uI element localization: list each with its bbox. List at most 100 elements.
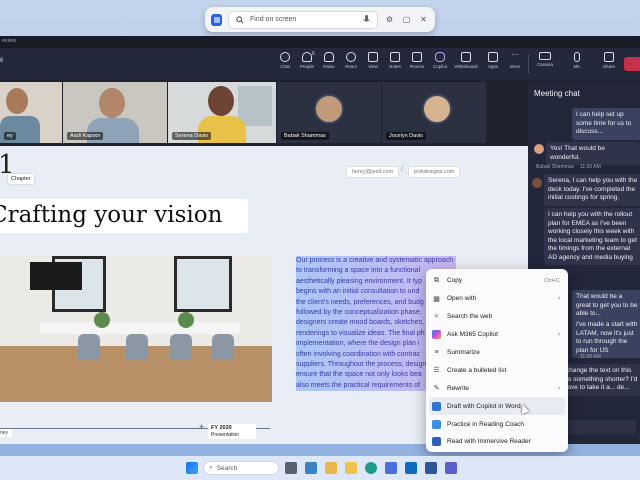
find-on-screen-bar: Find on screen ⚙ ▢ ✕ [205,7,435,32]
photo-plant [178,312,194,328]
mic-icon[interactable] [360,14,372,26]
copilot-button[interactable]: Copilot [428,52,452,69]
menu-item-rewrite[interactable]: ✎ Rewrite › [426,379,568,397]
teams-icon[interactable] [445,462,457,474]
raise-hand-button[interactable]: Raise [317,52,341,69]
paragraph-line: Our process is a creative and systematic… [296,256,456,267]
window-icon[interactable]: ▢ [401,14,412,26]
participant-tile[interactable]: Aadi Kapoor [63,82,167,143]
website-pill: jeviidesigns.com [408,166,461,178]
photo-chair [212,334,234,360]
view-icon [368,52,378,62]
chevron-right-icon: › [557,331,560,339]
notes-button[interactable]: Notes [383,52,407,69]
rooms-button[interactable]: Rooms [405,52,429,69]
participant-name: Babak Shammas [281,132,329,140]
edge-icon[interactable] [365,462,377,474]
participants-strip: ey Aadi Kapoor Serena Davis Babak Shamma… [0,82,528,144]
participant-video [208,86,234,116]
avatar [532,178,542,188]
share-button[interactable]: Share [597,52,621,69]
menu-item-immersive-reader[interactable]: Read with Immersive Reader [426,433,568,451]
chat-time: 11:00 AM [580,354,601,360]
copilot-icon [432,330,441,340]
participant-name: ey [4,132,16,140]
whiteboard-button[interactable]: Whiteboard [454,52,478,69]
widgets-icon[interactable] [305,462,317,474]
menu-item-label: Rewrite [447,384,470,392]
search-icon: ⌕ [209,464,213,471]
leave-button[interactable] [624,57,640,71]
more-button[interactable]: ··· More [503,50,527,70]
participant-video [6,88,28,114]
photo-chair [126,334,148,360]
menu-item-open-with[interactable]: ▦ Open with › [426,290,568,308]
chat-title: Meeting chat [534,89,580,98]
participant-tile[interactable]: Babak Shammas [277,82,381,143]
folder-icon[interactable] [345,462,357,474]
reading-coach-icon [432,419,441,429]
chat-button[interactable]: Chat [273,52,297,69]
toolbar-separator [528,54,529,74]
menu-item-reading-coach[interactable]: Practice in Reading Coach [426,415,568,433]
pill-separator: / [401,166,403,173]
photo-chair [78,334,100,360]
menu-item-summarize[interactable]: ≡ Summarize [426,344,568,362]
word-icon[interactable] [425,462,437,474]
chat-message: That would be a great to get you to be a… [572,290,640,322]
menu-item-label: Draft with Copilot in Word [447,402,521,410]
people-button[interactable]: People [295,52,319,69]
task-view-icon[interactable] [285,462,297,474]
camera-button[interactable]: Camera [533,52,557,67]
summarize-icon: ≡ [434,349,439,356]
interior-photo [0,256,272,402]
share-icon [604,52,614,62]
rooms-icon [412,52,422,62]
mic-icon [574,52,580,62]
search-icon [234,14,246,26]
meeting-toolbar: 6 Chat People 6 Raise React View Notes R… [0,48,640,80]
menu-item-draft-word[interactable]: Draft with Copilot in Word [429,397,565,416]
chat-message: Serena, I can help you with the deck tod… [544,174,640,206]
menu-item-copy[interactable]: ⧉ Copy Ctrl+C [426,272,568,290]
chat-message: I've made a start with LATAM, now it's j… [572,318,640,358]
photo-window [174,256,232,312]
menu-item-label: Ask M365 Copilot [447,331,498,339]
mic-button[interactable]: Mic [565,52,589,69]
window-title: eview [0,36,640,48]
timeline-label: ney [0,429,13,437]
participant-tile[interactable]: Serena Davis [168,82,276,143]
menu-item-label: Search the web [447,313,493,321]
find-on-screen-placeholder: Find on screen [250,16,297,23]
app-icon[interactable] [211,13,222,26]
whiteboard-icon [461,52,471,62]
participant-name: Aadi Kapoor [67,132,104,140]
react-button[interactable]: React [339,52,363,69]
taskbar-search-placeholder: Search [216,464,238,472]
participant-avatar [422,94,452,124]
menu-item-bulleted-list[interactable]: ☰ Create a bulleted list [426,361,568,379]
more-icon: ··· [511,50,519,59]
menu-item-ask-copilot[interactable]: Ask M365 Copilot › [426,326,568,344]
outlook-icon[interactable] [405,462,417,474]
file-explorer-icon[interactable] [325,462,337,474]
plus-icon: + [199,422,205,432]
taskbar-search[interactable]: ⌕ Search [203,461,279,475]
chat-icon [280,52,290,62]
avatar [534,144,544,154]
menu-shortcut: Ctrl+C [544,277,560,284]
menu-item-search-web[interactable]: ⌕ Search the web [426,308,568,326]
close-icon[interactable]: ✕ [418,14,429,26]
apps-button[interactable]: Apps [481,52,505,69]
find-on-screen-input[interactable]: Find on screen [228,10,378,29]
settings-icon[interactable]: ⚙ [384,14,395,26]
photo-chair [170,334,192,360]
participant-tile[interactable]: Jocelyn Davis [382,82,486,143]
chat-message: change the text on this to something sho… [562,364,640,396]
participant-tile[interactable]: ey [0,82,62,143]
store-icon[interactable] [385,462,397,474]
start-icon[interactable] [186,462,198,474]
view-button[interactable]: View [361,52,385,69]
chat-time: 11:00 AM [580,164,601,170]
copilot-icon [435,52,445,62]
